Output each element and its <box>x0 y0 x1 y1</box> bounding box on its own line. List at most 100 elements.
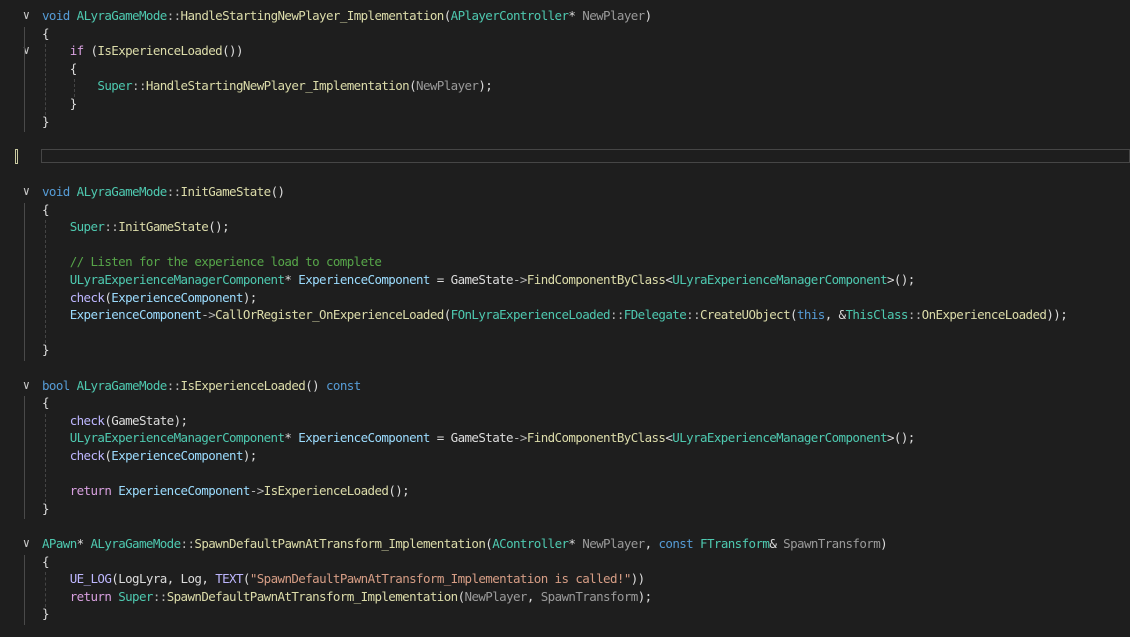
fold-chevron-icon[interactable]: ∨ <box>20 535 32 553</box>
code-token: ); <box>637 588 652 604</box>
code-text: ExperienceComponent->CallOrRegister_OnEx… <box>42 306 1068 324</box>
code-token: IsExperienceLoaded <box>263 483 389 499</box>
code-editor[interactable]: ∨ void ALyraGameMode::HandleStartingNewPl… <box>0 0 1130 637</box>
code-token: ); <box>242 448 257 463</box>
code-line[interactable]: ∨ bool ALyraGameMode::IsExperienceLoaded(… <box>0 377 1130 395</box>
code-text: ULyraExperienceManagerComponent* Experie… <box>42 429 916 447</box>
code-line[interactable]: { <box>0 553 1130 571</box>
code-line[interactable]: check(GameState); <box>0 412 1130 430</box>
code-line[interactable]: check(ExperienceComponent); <box>0 289 1130 307</box>
code-token: -> <box>249 483 264 499</box>
code-token: , <box>201 571 216 587</box>
code-text: return ExperienceComponent->IsExperience… <box>42 482 410 500</box>
code-text: Super::HandleStartingNewPlayer_Implement… <box>42 77 492 95</box>
code-token: IsExperienceLoaded <box>97 43 223 59</box>
code-line[interactable]: check(ExperienceComponent); <box>0 447 1130 465</box>
code-token: GameState <box>450 430 514 446</box>
code-line[interactable]: UE_LOG(LogLyra, Log, TEXT("SpawnDefaultP… <box>0 570 1130 588</box>
code-token: ULyraExperienceManagerComponent <box>672 430 887 446</box>
code-token: } <box>42 606 50 622</box>
code-line[interactable]: } <box>0 95 1130 113</box>
indent-guide <box>45 413 46 502</box>
code-line[interactable]: { <box>0 394 1130 412</box>
code-line[interactable]: return ExperienceComponent->IsExperience… <box>0 482 1130 500</box>
code-token: HandleStartingNewPlayer_Implementation <box>145 78 410 94</box>
code-text: ULyraExperienceManagerComponent* Experie… <box>42 271 916 289</box>
code-line[interactable]: ExperienceComponent->CallOrRegister_OnEx… <box>0 306 1130 324</box>
code-token: } <box>42 342 50 358</box>
code-line[interactable] <box>0 517 1130 535</box>
code-token: } <box>42 113 50 129</box>
code-line[interactable]: } <box>0 113 1130 131</box>
code-token: check <box>42 412 105 428</box>
code-line[interactable]: ∨ void ALyraGameMode::HandleStartingNewPl… <box>0 7 1130 25</box>
code-token: // Listen for the experience load to com… <box>42 254 382 270</box>
indent-guide <box>24 61 25 115</box>
code-line[interactable]: Super::InitGameState(); <box>0 218 1130 236</box>
code-line[interactable]: ∨ void ALyraGameMode::InitGameState() <box>0 183 1130 201</box>
indent-guide <box>24 396 25 520</box>
fold-chevron-icon[interactable]: ∨ <box>20 42 32 60</box>
fold-chevron-icon[interactable]: ∨ <box>20 377 32 395</box>
code-token: Super <box>118 588 153 604</box>
code-token: :: <box>166 184 181 199</box>
code-line[interactable]: } <box>0 341 1130 359</box>
code-line[interactable] <box>0 359 1130 377</box>
code-token: Log <box>180 571 202 587</box>
code-token: ALyraGameMode <box>90 536 182 551</box>
code-token: -> <box>512 430 527 446</box>
code-token: APlayerController <box>450 8 569 23</box>
code-text: check(GameState); <box>42 412 188 430</box>
code-line[interactable]: } <box>0 605 1130 623</box>
code-token: (); <box>208 219 230 235</box>
code-line[interactable]: { <box>0 60 1130 78</box>
code-line[interactable] <box>0 236 1130 254</box>
code-line[interactable] <box>0 324 1130 342</box>
code-token: InitGameState <box>180 184 272 199</box>
code-token: ALyraGameMode <box>76 184 168 199</box>
code-token: NewPlayer <box>582 8 645 23</box>
code-token: Super <box>42 78 133 94</box>
code-line[interactable]: } <box>0 500 1130 518</box>
code-line[interactable]: { <box>0 201 1130 219</box>
fold-chevron-icon[interactable]: ∨ <box>20 7 32 25</box>
code-token: const <box>326 377 361 393</box>
code-line[interactable]: ∨ APawn* ALyraGameMode::SpawnDefaultPawnA… <box>0 535 1130 553</box>
code-token: { <box>42 395 50 411</box>
code-token: AController <box>492 536 569 551</box>
code-token: , <box>166 571 181 587</box>
code-line[interactable]: { <box>0 25 1130 43</box>
code-token: void <box>42 184 77 199</box>
code-line[interactable] <box>0 165 1130 183</box>
code-token: :: <box>686 307 700 323</box>
code-token: return <box>42 483 119 499</box>
indent-guide <box>24 554 25 625</box>
code-token: SpawnTransform <box>540 588 639 604</box>
code-token: :: <box>180 536 195 551</box>
code-text: { <box>42 394 50 412</box>
code-text: } <box>42 341 50 359</box>
code-line[interactable]: // Listen for the experience load to com… <box>0 253 1130 271</box>
code-token: SpawnTransform <box>783 536 881 551</box>
code-token: ) <box>880 536 888 551</box>
code-token: FindComponentByClass <box>526 272 666 287</box>
code-line[interactable]: ULyraExperienceManagerComponent* Experie… <box>0 429 1130 447</box>
code-token: ULyraExperienceManagerComponent <box>42 430 285 446</box>
code-token: , <box>644 536 659 551</box>
code-line[interactable] <box>0 130 1130 148</box>
fold-chevron-icon[interactable]: ∨ <box>20 183 32 201</box>
code-token: >(); <box>887 272 915 287</box>
code-line[interactable]: ULyraExperienceManagerComponent* Experie… <box>0 271 1130 289</box>
code-token: = <box>429 272 451 287</box>
code-text: bool ALyraGameMode::IsExperienceLoaded()… <box>42 377 361 395</box>
code-token: { <box>42 60 78 76</box>
code-token: ); <box>242 289 257 305</box>
indent-guide <box>45 220 46 344</box>
code-token: -> <box>512 272 527 287</box>
code-line[interactable]: ∨ if (IsExperienceLoaded()) <box>0 42 1130 60</box>
code-text: void ALyraGameMode::InitGameState() <box>42 183 285 201</box>
code-line[interactable]: return Super::SpawnDefaultPawnAtTransfor… <box>0 588 1130 606</box>
code-line[interactable] <box>0 465 1130 483</box>
code-token: ULyraExperienceManagerComponent <box>672 272 887 287</box>
code-line[interactable]: Super::HandleStartingNewPlayer_Implement… <box>0 77 1130 95</box>
